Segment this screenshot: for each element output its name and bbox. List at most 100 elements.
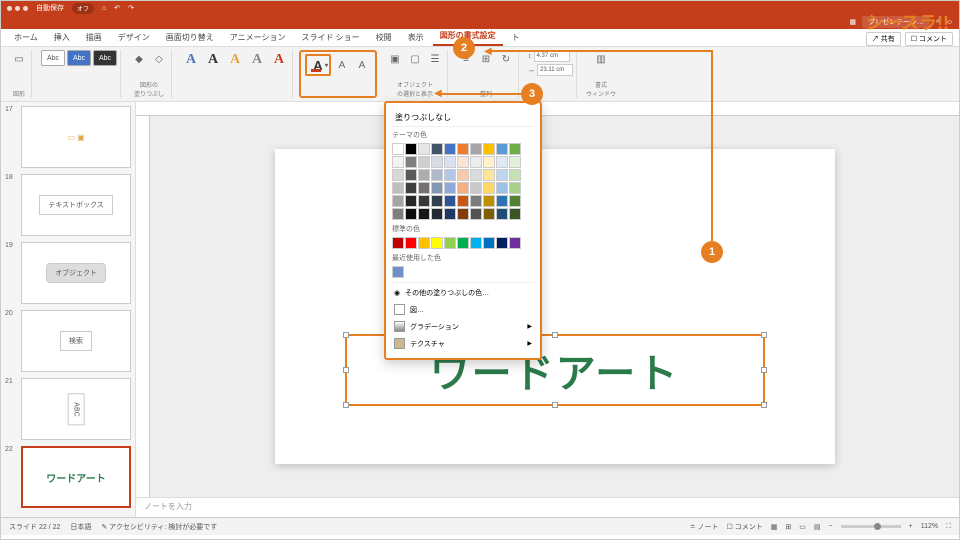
color-swatch[interactable] xyxy=(392,195,404,207)
view-slideshow-icon[interactable]: ▤ xyxy=(814,523,821,531)
color-swatch[interactable] xyxy=(470,143,482,155)
notes-toggle[interactable]: ≐ ノート xyxy=(690,522,719,532)
tab-insert[interactable]: 挿入 xyxy=(47,29,77,46)
color-swatch[interactable] xyxy=(457,208,469,220)
color-swatch[interactable] xyxy=(496,195,508,207)
text-fill-button[interactable]: A▾ xyxy=(305,54,331,76)
color-swatch[interactable] xyxy=(444,208,456,220)
color-swatch[interactable] xyxy=(405,195,417,207)
color-swatch[interactable] xyxy=(470,156,482,168)
selection-pane-icon[interactable]: ☰ xyxy=(426,50,444,68)
tab-transitions[interactable]: 画面切り替え xyxy=(159,29,221,46)
zoom-percent[interactable]: 112% xyxy=(921,523,938,530)
color-swatch[interactable] xyxy=(418,208,430,220)
color-swatch[interactable] xyxy=(496,169,508,181)
shape-style-2[interactable]: Abc xyxy=(67,50,91,66)
color-swatch[interactable] xyxy=(483,169,495,181)
gradient-option[interactable]: グラデーション▶ xyxy=(392,318,534,335)
color-swatch[interactable] xyxy=(405,182,417,194)
text-outline-button[interactable]: A xyxy=(333,56,351,74)
color-swatch[interactable] xyxy=(431,237,443,249)
color-swatch[interactable] xyxy=(431,143,443,155)
color-swatch[interactable] xyxy=(392,156,404,168)
color-swatch[interactable] xyxy=(509,182,521,194)
bring-forward-icon[interactable]: ▣ xyxy=(386,50,404,68)
color-swatch[interactable] xyxy=(457,169,469,181)
tab-design[interactable]: デザイン xyxy=(111,29,157,46)
notes-pane[interactable]: ノートを入力 xyxy=(136,497,959,517)
color-swatch[interactable] xyxy=(509,156,521,168)
slide-thumbnail[interactable]: 検索 xyxy=(21,310,131,372)
color-swatch[interactable] xyxy=(418,143,430,155)
text-effects-button[interactable]: A xyxy=(353,56,371,74)
color-swatch[interactable] xyxy=(509,143,521,155)
color-swatch[interactable] xyxy=(483,156,495,168)
color-swatch[interactable] xyxy=(444,156,456,168)
color-swatch[interactable] xyxy=(496,143,508,155)
color-swatch[interactable] xyxy=(405,237,417,249)
color-swatch[interactable] xyxy=(483,208,495,220)
color-swatch[interactable] xyxy=(444,169,456,181)
tab-view[interactable]: 表示 xyxy=(401,29,431,46)
slide[interactable]: ワードアート xyxy=(275,149,835,464)
color-swatch[interactable] xyxy=(418,156,430,168)
more-colors-option[interactable]: ◉その他の塗りつぶしの色… xyxy=(392,285,534,301)
color-swatch[interactable] xyxy=(418,182,430,194)
color-swatch[interactable] xyxy=(444,143,456,155)
window-controls[interactable] xyxy=(7,6,28,11)
color-swatch[interactable] xyxy=(444,195,456,207)
slide-thumbnail[interactable]: ABC xyxy=(21,378,131,440)
texture-option[interactable]: テクスチャ▶ xyxy=(392,335,534,352)
shapes-gallery-icon[interactable]: ▭ xyxy=(10,50,28,68)
redo-icon[interactable]: ↷ xyxy=(128,4,134,12)
color-swatch[interactable] xyxy=(483,182,495,194)
color-swatch[interactable] xyxy=(509,237,521,249)
view-normal-icon[interactable]: ▦ xyxy=(771,523,778,531)
color-swatch[interactable] xyxy=(431,156,443,168)
color-swatch[interactable] xyxy=(457,195,469,207)
color-swatch[interactable] xyxy=(418,195,430,207)
tab-animations[interactable]: アニメーション xyxy=(223,29,293,46)
color-swatch[interactable] xyxy=(509,208,521,220)
wordart-style-3[interactable]: A xyxy=(225,50,245,70)
format-pane-icon[interactable]: ▥ xyxy=(592,50,610,68)
color-swatch[interactable] xyxy=(431,208,443,220)
color-swatch[interactable] xyxy=(392,266,404,278)
rotate-icon[interactable]: ↻ xyxy=(497,50,515,68)
color-swatch[interactable] xyxy=(392,182,404,194)
color-swatch[interactable] xyxy=(431,195,443,207)
color-swatch[interactable] xyxy=(483,143,495,155)
color-swatch[interactable] xyxy=(470,182,482,194)
zoom-out-icon[interactable]: − xyxy=(829,523,833,530)
autosave-toggle[interactable]: オフ xyxy=(72,3,94,14)
slide-stage[interactable]: ワードアート xyxy=(150,116,959,497)
send-backward-icon[interactable]: ▢ xyxy=(406,50,424,68)
color-swatch[interactable] xyxy=(457,182,469,194)
color-swatch[interactable] xyxy=(418,169,430,181)
slide-thumbnail[interactable]: オブジェクト xyxy=(21,242,131,304)
tab-review[interactable]: 校閲 xyxy=(369,29,399,46)
tab-slideshow[interactable]: スライド ショー xyxy=(294,29,366,46)
color-swatch[interactable] xyxy=(496,237,508,249)
color-swatch[interactable] xyxy=(392,169,404,181)
color-swatch[interactable] xyxy=(457,143,469,155)
text-fill-dropdown[interactable]: 塗りつぶしなし テーマの色 標準の色 最近使用した色 ◉その他の塗りつぶしの色…… xyxy=(384,101,542,360)
comments-toggle[interactable]: ☐ コメント xyxy=(727,522,763,532)
color-swatch[interactable] xyxy=(392,208,404,220)
color-swatch[interactable] xyxy=(405,143,417,155)
tab-truncated[interactable]: ト xyxy=(505,29,527,46)
picture-fill-option[interactable]: 図… xyxy=(392,301,534,318)
color-swatch[interactable] xyxy=(405,156,417,168)
color-swatch[interactable] xyxy=(392,143,404,155)
view-reading-icon[interactable]: ▭ xyxy=(799,523,806,531)
color-swatch[interactable] xyxy=(509,169,521,181)
width-input[interactable]: 23.11 cm xyxy=(537,64,573,76)
color-swatch[interactable] xyxy=(444,237,456,249)
accessibility-status[interactable]: ✎ アクセシビリティ: 検討が必要です xyxy=(101,522,217,532)
shape-style-1[interactable]: Abc xyxy=(41,50,65,66)
zoom-slider[interactable] xyxy=(841,525,901,528)
color-swatch[interactable] xyxy=(496,156,508,168)
shape-style-3[interactable]: Abc xyxy=(93,50,117,66)
wordart-style-2[interactable]: A xyxy=(203,50,223,70)
color-swatch[interactable] xyxy=(444,182,456,194)
